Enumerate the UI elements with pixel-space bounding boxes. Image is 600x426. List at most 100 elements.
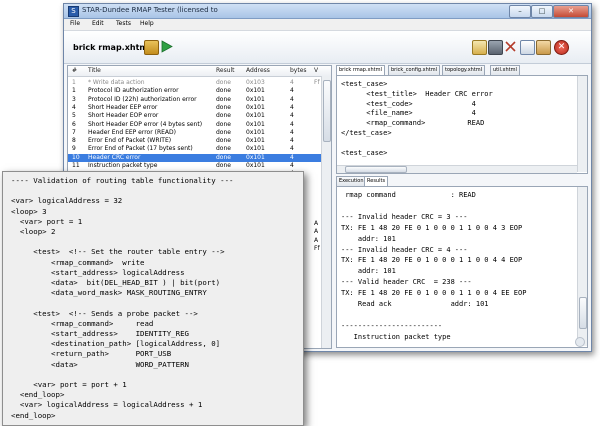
row-title[interactable]: Protocol ID (22h) authorization error [88,96,214,104]
row-result[interactable]: done [216,129,231,137]
tab-brick-config[interactable]: brick_config.xhtml [388,65,441,75]
overlay-code-line: <var> logicalAddress = logicalAddress + … [11,400,203,410]
row-number[interactable]: 9 [72,145,76,153]
row-number[interactable]: 7 [72,129,76,137]
result-line: TX: FE 1 48 20 FE 0 1 0 0 0 1 1 0 0 4 3 … [341,223,523,232]
menu-tests[interactable]: Tests [116,20,131,27]
col-result[interactable]: Result [216,66,235,76]
row-address[interactable]: 0x101 [246,137,265,145]
tab-execution[interactable]: Execution [336,176,367,186]
row-address[interactable]: 0x101 [246,104,265,112]
tab-topology[interactable]: topology.xhtml [442,65,486,75]
row-number[interactable]: 5 [72,112,76,120]
row-v[interactable]: A [314,220,318,228]
row-title[interactable]: Error End of Packet (17 bytes sent) [88,145,214,153]
row-result[interactable]: done [216,137,231,145]
row-v[interactable]: A [314,228,318,236]
col-bytes[interactable]: bytes [290,66,307,76]
row-bytes[interactable]: 4 [290,87,294,95]
row-bytes[interactable]: 4 [290,129,294,137]
row-v[interactable]: Ff [314,245,320,253]
run-play-icon[interactable] [160,40,173,53]
menu-edit[interactable]: Edit [92,20,104,27]
row-result[interactable]: done [216,87,231,95]
row-address[interactable]: 0x101 [246,96,265,104]
row-result[interactable]: done [216,96,231,104]
copy-icon[interactable] [520,40,535,55]
menu-help[interactable]: Help [140,20,154,27]
result-line: ------------------------ [341,321,443,330]
row-bytes[interactable]: 4 [290,137,294,145]
col-address[interactable]: Address [246,66,270,76]
row-bytes[interactable]: 4 [290,154,294,162]
row-v[interactable]: A [314,237,318,245]
open-folder-icon[interactable] [144,40,159,55]
row-number[interactable]: 1 [72,87,76,95]
result-line: Instruction packet type [341,332,451,341]
row-title[interactable]: Instruction packet type [88,162,214,170]
row-number[interactable]: 6 [72,121,76,129]
row-number[interactable]: 10 [72,154,80,162]
row-address[interactable]: 0x101 [246,121,265,129]
row-bytes[interactable]: 4 [290,104,294,112]
row-result[interactable]: done [216,112,231,120]
row-result[interactable]: done [216,104,231,112]
row-result[interactable]: done [216,121,231,129]
row-v[interactable]: Ff [314,79,320,87]
row-title[interactable]: Short Header EOP error (4 bytes sent) [88,121,214,129]
row-address[interactable]: 0x101 [246,129,265,137]
row-result[interactable]: done [216,145,231,153]
row-address[interactable]: 0x101 [246,162,265,170]
row-bytes[interactable]: 4 [290,79,294,87]
tab-util[interactable]: util.xhtml [490,65,520,75]
col-title[interactable]: Title [88,66,101,76]
title-bar[interactable]: S STAR-Dundee RMAP Tester (licensed to –… [64,4,591,19]
tests-scrollbar-thumb[interactable] [323,80,331,142]
row-bytes[interactable]: 4 [290,162,294,170]
row-bytes[interactable]: 4 [290,121,294,129]
col-v[interactable]: V [314,66,318,76]
row-result[interactable]: done [216,154,231,162]
editor-hscrollbar[interactable] [337,165,577,173]
maximize-button[interactable]: □ [531,5,553,18]
row-title[interactable]: Header End EEP error (READ) [88,129,214,137]
results-vscrollbar-thumb[interactable] [579,297,587,329]
row-title[interactable]: Error End of Packet (WRITE) [88,137,214,145]
stop-icon[interactable] [488,40,503,55]
row-title[interactable]: Short Header EEP error [88,104,214,112]
results-vscrollbar[interactable] [577,187,587,346]
cut-icon[interactable] [504,40,517,53]
menu-file[interactable]: File [70,20,80,27]
row-result[interactable]: done [216,79,231,87]
row-number[interactable]: 8 [72,137,76,145]
editor-hscrollbar-thumb[interactable] [345,166,407,173]
row-title[interactable]: Header CRC error [88,154,214,162]
edit-icon[interactable] [472,40,487,55]
row-address[interactable]: 0x101 [246,112,265,120]
row-title[interactable]: Short Header EOP error [88,112,214,120]
results-log[interactable]: rmap command : READ --- Invalid header CR… [336,186,588,348]
row-address[interactable]: 0x103 [246,79,265,87]
paste-icon[interactable] [536,40,551,55]
close-file-icon[interactable]: ✕ [554,40,569,55]
row-result[interactable]: done [216,162,231,170]
row-address[interactable]: 0x101 [246,154,265,162]
row-bytes[interactable]: 4 [290,112,294,120]
row-number[interactable]: 3 [72,96,76,104]
col-number[interactable]: # [72,66,77,76]
row-title[interactable]: Protocol ID authorization error [88,87,214,95]
row-number[interactable]: 4 [72,104,76,112]
xml-editor[interactable]: <test_case> <test_title> Header CRC erro… [336,75,588,174]
editor-vscrollbar[interactable] [577,76,587,172]
resize-grip-icon[interactable] [575,337,585,347]
row-number[interactable]: 1 [72,79,76,87]
row-address[interactable]: 0x101 [246,87,265,95]
row-bytes[interactable]: 4 [290,145,294,153]
row-title[interactable]: * Write data action [88,79,214,87]
row-bytes[interactable]: 4 [290,96,294,104]
row-address[interactable]: 0x101 [246,145,265,153]
row-number[interactable]: 11 [72,162,80,170]
tests-scrollbar[interactable] [321,76,331,348]
minimize-button[interactable]: – [509,5,531,18]
close-button[interactable]: ✕ [553,5,589,18]
